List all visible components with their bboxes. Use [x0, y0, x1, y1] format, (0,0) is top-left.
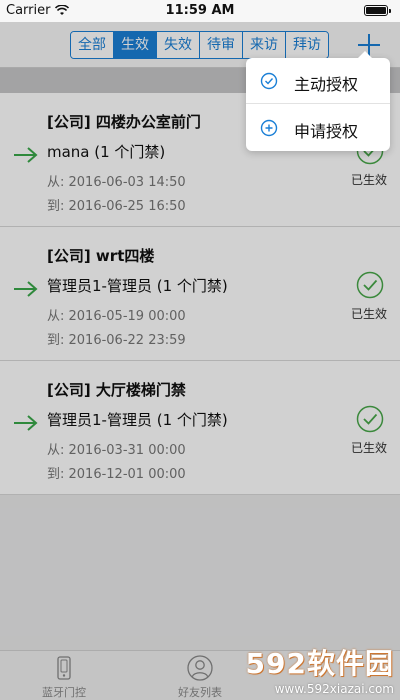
plus-circle-icon: [260, 119, 278, 137]
item-subtitle: mana (1 个门禁): [47, 143, 166, 161]
status-time: 11:59 AM: [165, 3, 235, 18]
item-subtitle: 管理员1-管理员 (1 个门禁): [47, 277, 228, 295]
item-title: [公司] 大厅楼梯门禁: [47, 381, 186, 399]
segment-visit[interactable]: 拜访: [286, 32, 328, 58]
status-label: 已生效: [351, 173, 388, 187]
watermark-url: www.592xiazai.com: [274, 682, 394, 696]
item-title: [公司] wrt四楼: [47, 247, 155, 265]
item-from-date: 从: 2016-06-03 14:50: [47, 175, 186, 190]
item-from-date: 从: 2016-03-31 00:00: [47, 443, 186, 458]
segment-pending[interactable]: 待审: [200, 32, 243, 58]
menu-item-active-authorize[interactable]: 主动授权: [246, 58, 390, 104]
item-from-date: 从: 2016-05-19 00:00: [47, 309, 186, 324]
check-circle-icon: [356, 405, 384, 433]
segment-active[interactable]: 生效: [114, 32, 157, 58]
bluetooth-door-icon: [57, 656, 71, 680]
item-subtitle: 管理员1-管理员 (1 个门禁): [47, 411, 228, 429]
segment-all[interactable]: 全部: [71, 32, 114, 58]
status-label: 已生效: [351, 307, 388, 321]
filter-segmented-control: 全部 生效 失效 待审 来访 拜访: [70, 31, 329, 59]
tab-label: 好友列表: [178, 686, 222, 699]
arrow-right-icon: [14, 281, 38, 297]
list-item[interactable]: [公司] wrt四楼 管理员1-管理员 (1 个门禁) 从: 2016-05-1…: [0, 227, 400, 361]
authorize-popup-menu: 主动授权 申请授权: [246, 51, 390, 151]
check-circle-icon: [356, 271, 384, 299]
tab-bluetooth-door[interactable]: 蓝牙门控: [24, 655, 104, 700]
status-label: 已生效: [351, 441, 388, 455]
item-to-date: 到: 2016-12-01 00:00: [47, 467, 186, 482]
segment-visitor[interactable]: 来访: [243, 32, 286, 58]
user-icon: [187, 655, 213, 681]
segment-inactive[interactable]: 失效: [157, 32, 200, 58]
arrow-right-icon: [14, 147, 38, 163]
watermark-logo: 592软件园: [245, 647, 394, 680]
check-circle-icon: [260, 72, 278, 90]
item-to-date: 到: 2016-06-22 23:59: [47, 333, 186, 348]
tab-friends[interactable]: 好友列表: [160, 655, 240, 700]
arrow-right-icon: [14, 415, 38, 431]
watermark: 592软件园 www.592xiazai.com: [246, 642, 394, 696]
item-title: [公司] 四楼办公室前门: [47, 113, 201, 131]
item-to-date: 到: 2016-06-25 16:50: [47, 199, 186, 214]
list-item[interactable]: [公司] 大厅楼梯门禁 管理员1-管理员 (1 个门禁) 从: 2016-03-…: [0, 361, 400, 495]
tab-label: 蓝牙门控: [42, 686, 86, 699]
authorization-list: [公司] 四楼办公室前门 mana (1 个门禁) 从: 2016-06-03 …: [0, 93, 400, 495]
menu-item-label: 主动授权: [294, 75, 359, 94]
battery-icon: [364, 5, 391, 16]
menu-item-label: 申请授权: [294, 122, 359, 141]
status-bar: Carrier 11:59 AM: [0, 0, 400, 22]
menu-item-request-authorize[interactable]: 申请授权: [246, 105, 390, 151]
